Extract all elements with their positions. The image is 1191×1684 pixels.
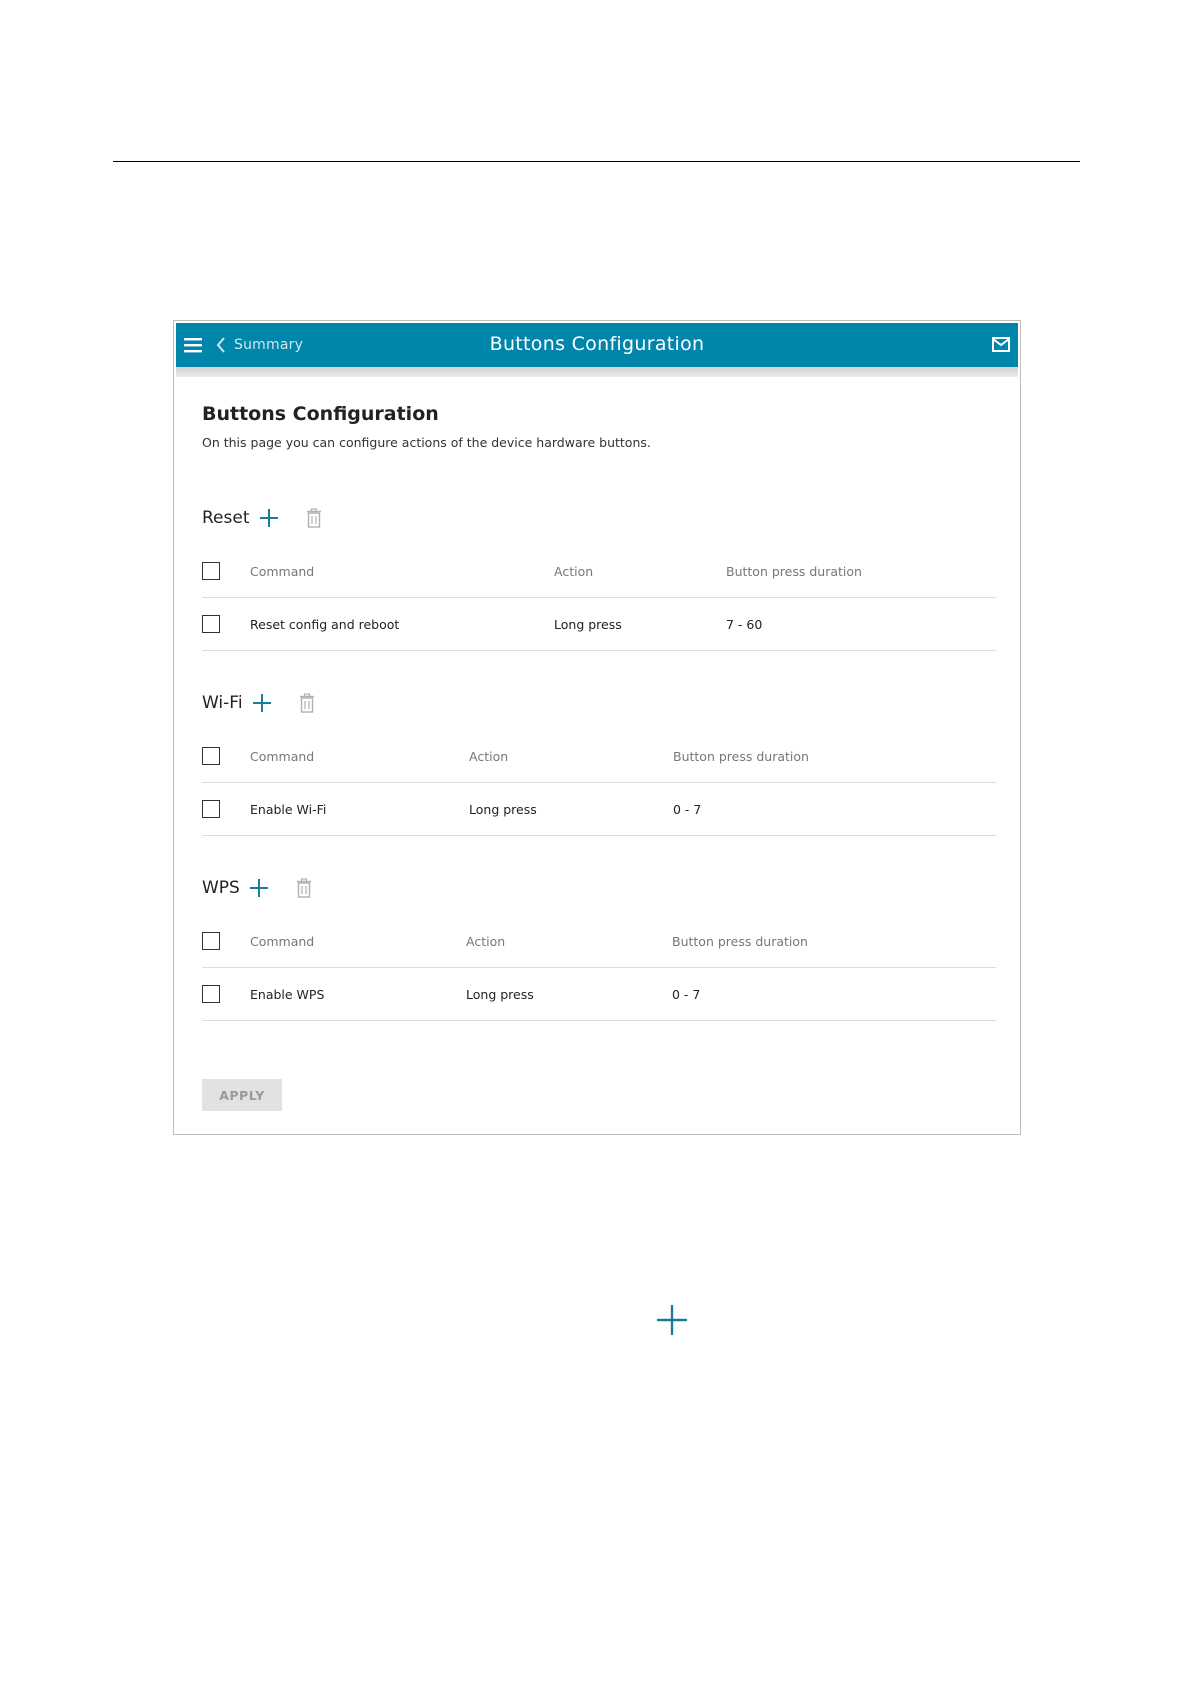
select-all-checkbox[interactable] bbox=[202, 932, 220, 950]
column-command: Command bbox=[250, 563, 315, 579]
column-duration: Button press duration bbox=[672, 933, 808, 949]
table-row[interactable]: Enable Wi-Fi Long press 0 - 7 bbox=[202, 783, 996, 836]
trash-icon[interactable] bbox=[306, 508, 322, 528]
apply-button[interactable]: APPLY bbox=[202, 1079, 282, 1111]
section-header: Wi-Fi bbox=[202, 690, 996, 716]
row-checkbox[interactable] bbox=[202, 615, 220, 633]
cell-command: Enable WPS bbox=[250, 986, 325, 1002]
page-divider bbox=[113, 161, 1080, 162]
column-duration: Button press duration bbox=[726, 563, 862, 579]
section-title: Wi-Fi bbox=[202, 693, 243, 713]
cell-duration: 0 - 7 bbox=[672, 986, 701, 1002]
cell-command: Reset config and reboot bbox=[250, 616, 400, 632]
table-row[interactable]: Enable WPS Long press 0 - 7 bbox=[202, 968, 996, 1021]
add-icon[interactable] bbox=[258, 507, 280, 529]
table-header-row: Command Action Button press duration bbox=[202, 730, 996, 783]
section-wps: WPS Command Action Button press duration bbox=[202, 875, 996, 1021]
add-icon[interactable] bbox=[251, 692, 273, 714]
section-title: WPS bbox=[202, 878, 240, 898]
select-all-checkbox[interactable] bbox=[202, 747, 220, 765]
cell-command: Enable Wi-Fi bbox=[250, 801, 327, 817]
column-duration: Button press duration bbox=[673, 748, 809, 764]
top-bar: Summary Buttons Configuration bbox=[176, 323, 1018, 367]
trash-icon[interactable] bbox=[299, 693, 315, 713]
back-link-label: Summary bbox=[234, 337, 304, 353]
section-title: Reset bbox=[202, 508, 250, 528]
trash-icon[interactable] bbox=[296, 878, 312, 898]
app-window: Summary Buttons Configuration Buttons Co… bbox=[173, 320, 1021, 1135]
select-all-checkbox[interactable] bbox=[202, 562, 220, 580]
menu-icon[interactable] bbox=[184, 338, 202, 353]
section-header: WPS bbox=[202, 875, 996, 901]
main-content: Buttons Configuration On this page you c… bbox=[202, 401, 996, 1021]
table-row[interactable]: Reset config and reboot Long press 7 - 6… bbox=[202, 598, 996, 651]
column-command: Command bbox=[250, 933, 315, 949]
top-bar-shadow bbox=[176, 367, 1018, 377]
section-header: Reset bbox=[202, 505, 996, 531]
cell-action: Long press bbox=[466, 986, 534, 1002]
column-command: Command bbox=[250, 748, 315, 764]
page-title: Buttons Configuration bbox=[202, 403, 439, 425]
section-wifi: Wi-Fi Command Action Button press durati bbox=[202, 690, 996, 836]
page-description: On this page you can configure actions o… bbox=[202, 435, 651, 450]
table-header-row: Command Action Button press duration bbox=[202, 915, 996, 968]
chevron-left-icon bbox=[216, 337, 225, 353]
notifications-icon[interactable] bbox=[992, 337, 1010, 352]
cell-duration: 7 - 60 bbox=[726, 616, 763, 632]
cell-action: Long press bbox=[554, 616, 622, 632]
column-action: Action bbox=[554, 563, 594, 579]
table-header-row: Command Action Button press duration bbox=[202, 545, 996, 598]
back-to-summary-link[interactable]: Summary bbox=[216, 335, 303, 355]
add-icon[interactable] bbox=[248, 877, 270, 899]
section-reset: Reset Command Action Button press durati bbox=[202, 505, 996, 651]
add-icon bbox=[657, 1305, 687, 1335]
cell-action: Long press bbox=[469, 801, 537, 817]
cell-duration: 0 - 7 bbox=[673, 801, 702, 817]
column-action: Action bbox=[466, 933, 506, 949]
row-checkbox[interactable] bbox=[202, 800, 220, 818]
column-action: Action bbox=[469, 748, 509, 764]
row-checkbox[interactable] bbox=[202, 985, 220, 1003]
